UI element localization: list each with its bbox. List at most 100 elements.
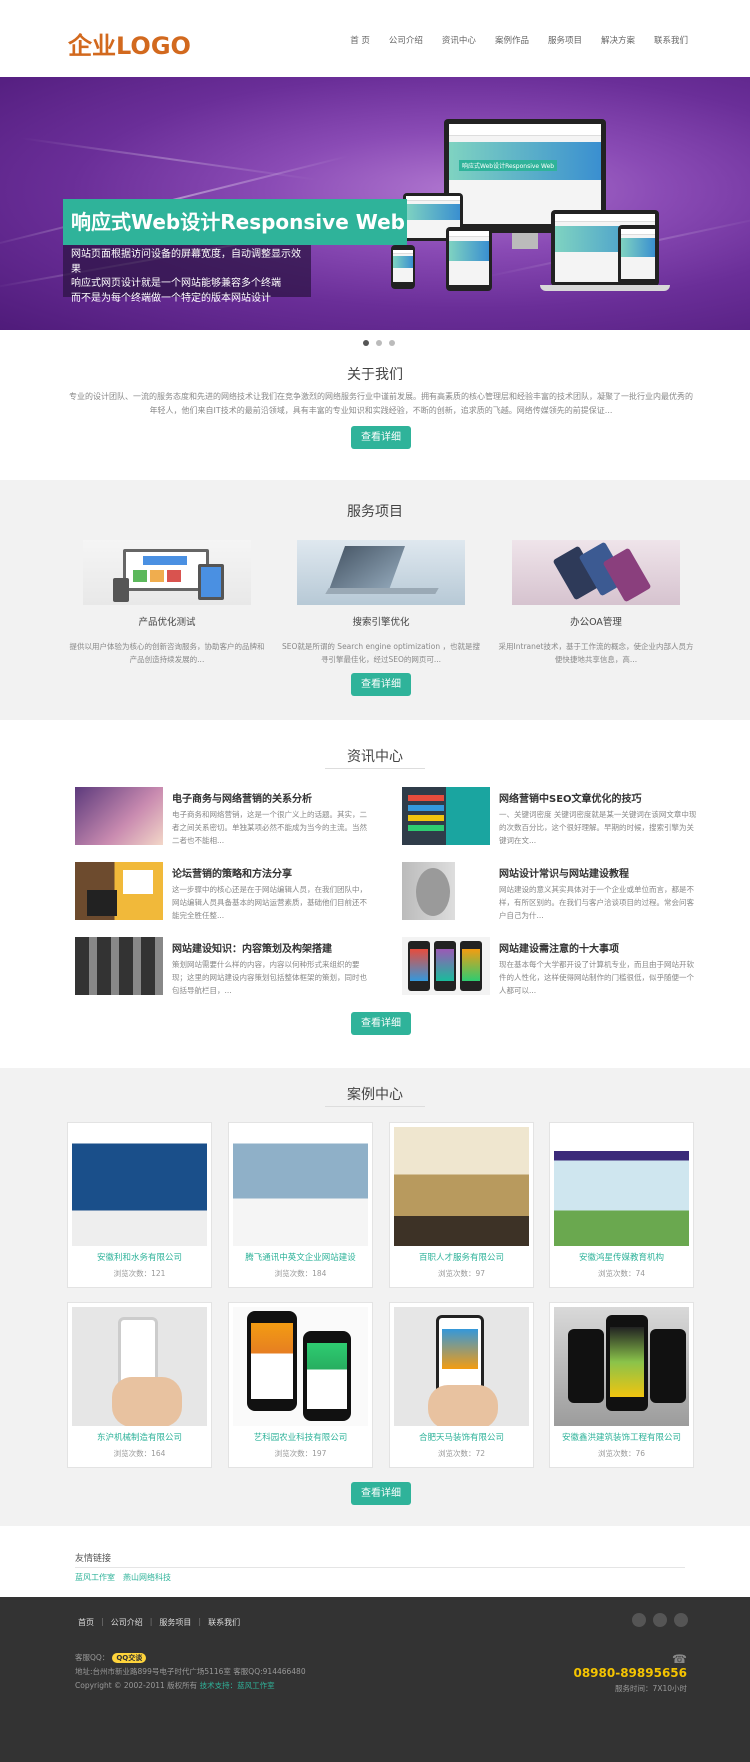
footer-link-services[interactable]: 服务项目 bbox=[159, 1617, 191, 1628]
news-item-title[interactable]: 网站设计常识与网站建设教程 bbox=[499, 865, 629, 880]
case-thumbnail[interactable] bbox=[72, 1307, 207, 1426]
tencent-weibo-icon[interactable] bbox=[653, 1613, 667, 1627]
site-logo[interactable]: 企业LOGO bbox=[68, 26, 191, 61]
friend-link[interactable]: 燕山网络科技 bbox=[123, 1572, 171, 1583]
case-card[interactable]: 安徽利和水务有限公司 浏览次数：121 bbox=[67, 1122, 212, 1288]
nav-item-services[interactable]: 服务项目 bbox=[548, 34, 582, 46]
news-image[interactable] bbox=[75, 787, 163, 845]
service-image-testing[interactable] bbox=[83, 540, 251, 605]
banner-title: 响应式Web设计Responsive Web bbox=[63, 199, 407, 245]
case-name[interactable]: 百职人才服务有限公司 bbox=[390, 1251, 533, 1263]
case-views: 浏览次数：184 bbox=[274, 1269, 327, 1278]
cases-more-button[interactable]: 查看详细 bbox=[351, 1482, 411, 1505]
news-title: 资讯中心 bbox=[347, 749, 403, 765]
banner-line: 响应式网页设计就是一个网站能够兼容多个终端 bbox=[71, 278, 281, 289]
screen-tag: 响应式Web设计Responsive Web bbox=[459, 160, 558, 171]
case-thumbnail[interactable] bbox=[233, 1307, 368, 1426]
news-image[interactable] bbox=[402, 862, 490, 920]
service-image-seo[interactable] bbox=[297, 540, 465, 605]
service-name[interactable]: 搜索引擎优化 bbox=[297, 614, 465, 628]
news-item-desc: 网站建设的意义其实具体对于一个企业或单位而言，都是不样，有所区别的。在我们与客户… bbox=[499, 885, 694, 920]
news-item-desc: 现在基本每个大学都开设了计算机专业，而且由于网站开软件的人性化，这样使得网站制作… bbox=[499, 960, 694, 995]
service-name[interactable]: 办公OA管理 bbox=[512, 614, 680, 628]
case-name[interactable]: 安徽鑫洪建筑装饰工程有限公司 bbox=[550, 1431, 693, 1443]
case-card[interactable]: 艺科园农业科技有限公司 浏览次数：197 bbox=[228, 1302, 373, 1468]
news-item-desc: 策划网站需要什么样的内容，内容以何种形式来组织的要现；这里的网站建设内容策划包括… bbox=[172, 960, 367, 995]
banner-line: 网站页面根据访问设备的屏幕宽度，自动调整显示效果 bbox=[71, 249, 301, 275]
slider-dot[interactable] bbox=[376, 340, 382, 346]
phone-icon: ☎ bbox=[672, 1652, 687, 1666]
monitor-stand bbox=[512, 233, 538, 249]
right-phone-mockup bbox=[618, 225, 658, 285]
nav-item-about[interactable]: 公司介绍 bbox=[389, 34, 423, 46]
case-card[interactable]: 百职人才服务有限公司 浏览次数：97 bbox=[389, 1122, 534, 1288]
nav-item-solutions[interactable]: 解决方案 bbox=[601, 34, 635, 46]
service-name[interactable]: 产品优化测试 bbox=[83, 614, 251, 628]
case-views: 浏览次数：164 bbox=[113, 1449, 166, 1458]
cases-title-line bbox=[325, 1106, 425, 1107]
news-item-desc: 电子商务和网络营销，这是一个很广义上的话题。其实，二者之间关系密切。单独某项必然… bbox=[172, 810, 367, 845]
service-hours: 服务时间：7X10小时 bbox=[615, 1684, 687, 1693]
case-name[interactable]: 合肥天马装饰有限公司 bbox=[390, 1431, 533, 1443]
hero-banner[interactable]: 响应式Web设计Responsive Web 响应式Web设计Responsiv… bbox=[0, 77, 750, 330]
footer-link-about[interactable]: 公司介绍 bbox=[111, 1617, 143, 1628]
news-image[interactable] bbox=[402, 787, 490, 845]
news-item-desc: 一、关键词密度 关键词密度就是某一关键词在该网文章中现的次数百分比，这个很好理解… bbox=[499, 810, 697, 845]
service-description: SEO就是所谓的 Search engine optimization ，也就是… bbox=[282, 642, 480, 664]
weibo-icon[interactable] bbox=[632, 1613, 646, 1627]
case-card[interactable]: 东沪机械制造有限公司 浏览次数：164 bbox=[67, 1302, 212, 1468]
site-header: 企业LOGO 首 页 公司介绍 资讯中心 案例作品 服务项目 解决方案 联系我们 bbox=[0, 0, 750, 77]
news-more-button[interactable]: 查看详细 bbox=[351, 1012, 411, 1035]
news-image[interactable] bbox=[75, 937, 163, 995]
footer-address: 地址:台州市新业路899号电子时代广场5116室 客服QQ:914466480 bbox=[75, 1667, 306, 1676]
case-name[interactable]: 东沪机械制造有限公司 bbox=[68, 1431, 211, 1443]
footer-link-home[interactable]: 首页 bbox=[78, 1617, 94, 1628]
case-name[interactable]: 安徽鸿星传媒教育机构 bbox=[550, 1251, 693, 1263]
friend-links-title: 友情链接 bbox=[75, 1554, 112, 1564]
case-thumbnail[interactable] bbox=[394, 1307, 529, 1426]
news-image[interactable] bbox=[402, 937, 490, 995]
nav-item-works[interactable]: 案例作品 bbox=[495, 34, 529, 46]
case-thumbnail[interactable] bbox=[554, 1307, 689, 1426]
case-views: 浏览次数：72 bbox=[437, 1449, 486, 1458]
news-title-line bbox=[325, 768, 425, 769]
news-item-title[interactable]: 网站建设知识：内容策划及构架搭建 bbox=[172, 940, 332, 955]
footer-link-contact[interactable]: 联系我们 bbox=[208, 1617, 240, 1628]
nav-item-home[interactable]: 首 页 bbox=[350, 34, 370, 46]
case-thumbnail[interactable] bbox=[554, 1127, 689, 1246]
news-image[interactable] bbox=[75, 862, 163, 920]
case-name[interactable]: 艺科园农业科技有限公司 bbox=[229, 1431, 372, 1443]
main-nav: 首 页 公司介绍 资讯中心 案例作品 服务项目 解决方案 联系我们 bbox=[331, 34, 688, 46]
news-item-title[interactable]: 论坛营销的策略和方法分享 bbox=[172, 865, 292, 880]
footer-phone: 08980-89895656 bbox=[573, 1666, 687, 1680]
nav-item-contact[interactable]: 联系我们 bbox=[654, 34, 688, 46]
tech-support-link[interactable]: 技术支持：蓝风工作室 bbox=[200, 1681, 275, 1690]
case-thumbnail[interactable] bbox=[72, 1127, 207, 1246]
case-name[interactable]: 安徽利和水务有限公司 bbox=[68, 1251, 211, 1263]
case-views: 浏览次数：197 bbox=[274, 1449, 327, 1458]
case-card[interactable]: 合肥天马装饰有限公司 浏览次数：72 bbox=[389, 1302, 534, 1468]
small-tablet-mockup bbox=[446, 227, 492, 291]
friend-links: 蓝风工作室 燕山网络科技 bbox=[75, 1572, 171, 1583]
case-views: 浏览次数：121 bbox=[113, 1269, 166, 1278]
friend-link[interactable]: 蓝风工作室 bbox=[75, 1572, 115, 1583]
case-name[interactable]: 腾飞通讯中英文企业网站建设 bbox=[229, 1251, 372, 1263]
news-item-title[interactable]: 电子商务与网络营销的关系分析 bbox=[172, 790, 312, 805]
news-item-title[interactable]: 网络营销中SEO文章优化的技巧 bbox=[499, 790, 642, 805]
case-thumbnail[interactable] bbox=[394, 1127, 529, 1246]
slider-dot[interactable] bbox=[389, 340, 395, 346]
case-card[interactable]: 安徽鸿星传媒教育机构 浏览次数：74 bbox=[549, 1122, 694, 1288]
services-more-button[interactable]: 查看详细 bbox=[351, 673, 411, 696]
slider-dot-active[interactable] bbox=[363, 340, 369, 346]
service-image-oa[interactable] bbox=[512, 540, 680, 605]
case-card[interactable]: 安徽鑫洪建筑装饰工程有限公司 浏览次数：76 bbox=[549, 1302, 694, 1468]
qq-chat-button[interactable]: QQ交谈 bbox=[112, 1652, 147, 1663]
case-thumbnail[interactable] bbox=[233, 1127, 368, 1246]
slider-dots bbox=[363, 340, 395, 346]
case-card[interactable]: 腾飞通讯中英文企业网站建设 浏览次数：184 bbox=[228, 1122, 373, 1288]
qzone-icon[interactable] bbox=[674, 1613, 688, 1627]
news-item-title[interactable]: 网站建设需注意的十大事项 bbox=[499, 940, 619, 955]
nav-item-news[interactable]: 资讯中心 bbox=[442, 34, 476, 46]
about-more-button[interactable]: 查看详细 bbox=[351, 426, 411, 449]
case-views: 浏览次数：97 bbox=[437, 1269, 486, 1278]
